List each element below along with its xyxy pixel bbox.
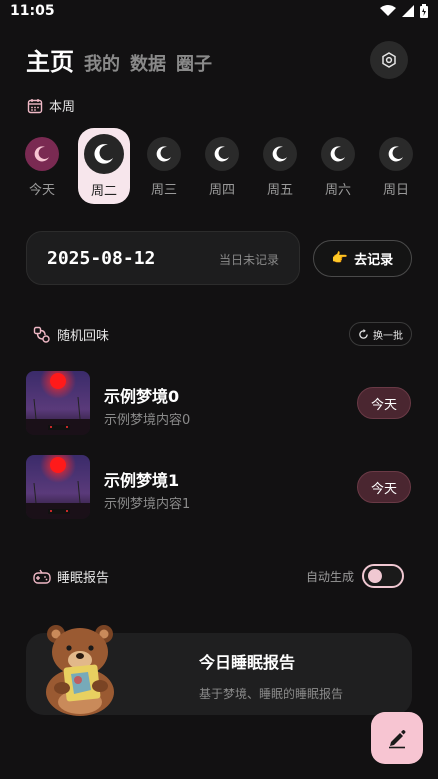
day-fri[interactable]: 周五: [254, 130, 306, 204]
record-status: 当日未记录: [218, 253, 279, 267]
day-sun[interactable]: 周日: [370, 130, 422, 204]
refresh-batch-button[interactable]: 换一批: [349, 322, 412, 346]
week-label: 本周: [27, 96, 75, 115]
write-dream-button[interactable]: [371, 712, 423, 764]
pointing-hand-icon: 👉: [331, 251, 349, 266]
day-label: 周日: [382, 183, 409, 198]
day-label: 周二: [90, 184, 117, 199]
calendar-icon: [27, 98, 43, 113]
day-sat[interactable]: 周六: [312, 130, 364, 204]
battery-icon: [420, 4, 428, 18]
settings-icon: [382, 52, 396, 68]
go-record-button[interactable]: 👉 去记录: [313, 240, 412, 277]
recall-header: 随机回味: [33, 325, 109, 344]
tab-mine[interactable]: 我的: [84, 50, 120, 76]
day-today[interactable]: 今天: [16, 130, 68, 204]
gamepad-icon: [33, 569, 51, 584]
pen-icon: [389, 730, 406, 749]
moon-icon: [84, 134, 124, 174]
day-label: 今天: [28, 183, 55, 198]
signal-icon: [402, 5, 414, 17]
settings-button[interactable]: [370, 41, 408, 79]
moon-icon: [147, 137, 181, 171]
go-record-label: 去记录: [354, 253, 394, 268]
auto-generate-toggle[interactable]: [362, 564, 404, 588]
moon-icon: [379, 137, 413, 171]
refresh-label: 换一批: [373, 330, 403, 342]
day-wed[interactable]: 周三: [138, 130, 190, 204]
dream-content: 示例梦境内容1: [104, 497, 191, 512]
day-label: 周六: [324, 183, 351, 198]
moon-icon: [25, 137, 59, 171]
sleep-report-title: 睡眠报告: [57, 571, 110, 586]
dream-content: 示例梦境内容0: [104, 413, 191, 428]
dream-title: 示例梦境1: [104, 471, 180, 490]
refresh-icon: [359, 328, 368, 339]
day-label: 周四: [208, 183, 235, 198]
day-label: 周五: [266, 183, 293, 198]
bear-mascot-illustration: [38, 622, 122, 722]
wifi-icon: [380, 5, 396, 16]
day-tue[interactable]: 周二: [78, 128, 130, 204]
recall-title: 随机回味: [57, 329, 110, 344]
status-icons: [380, 4, 428, 18]
selected-date: 2025-08-12: [47, 248, 156, 269]
dream-title: 示例梦境0: [104, 387, 180, 406]
moon-icon: [321, 137, 355, 171]
moon-icon: [205, 137, 239, 171]
date-card[interactable]: 2025-08-12 当日未记录: [26, 231, 300, 285]
status-time: 11:05: [10, 3, 55, 19]
moon-icon: [263, 137, 297, 171]
top-tabs: 主页 我的 数据 圈子: [26, 42, 212, 77]
dream-date-badge[interactable]: 今天: [357, 387, 411, 419]
tab-home[interactable]: 主页: [26, 42, 74, 77]
dream-date-badge[interactable]: 今天: [357, 471, 411, 503]
day-label: 周三: [150, 183, 177, 198]
report-card-subtitle: 基于梦境、睡眠的睡眠报告: [199, 687, 344, 701]
toggle-knob: [368, 569, 382, 583]
tab-circle[interactable]: 圈子: [176, 50, 212, 76]
day-thu[interactable]: 周四: [196, 130, 248, 204]
dream-thumbnail[interactable]: [26, 455, 90, 519]
week-label-text: 本周: [49, 100, 76, 115]
auto-generate-label: 自动生成: [306, 570, 355, 584]
dream-thumbnail[interactable]: [26, 371, 90, 435]
shuffle-icon: [33, 326, 50, 343]
sleep-report-header: 睡眠报告: [33, 567, 109, 586]
report-card-title: 今日睡眠报告: [199, 653, 296, 672]
tab-data[interactable]: 数据: [130, 50, 166, 76]
